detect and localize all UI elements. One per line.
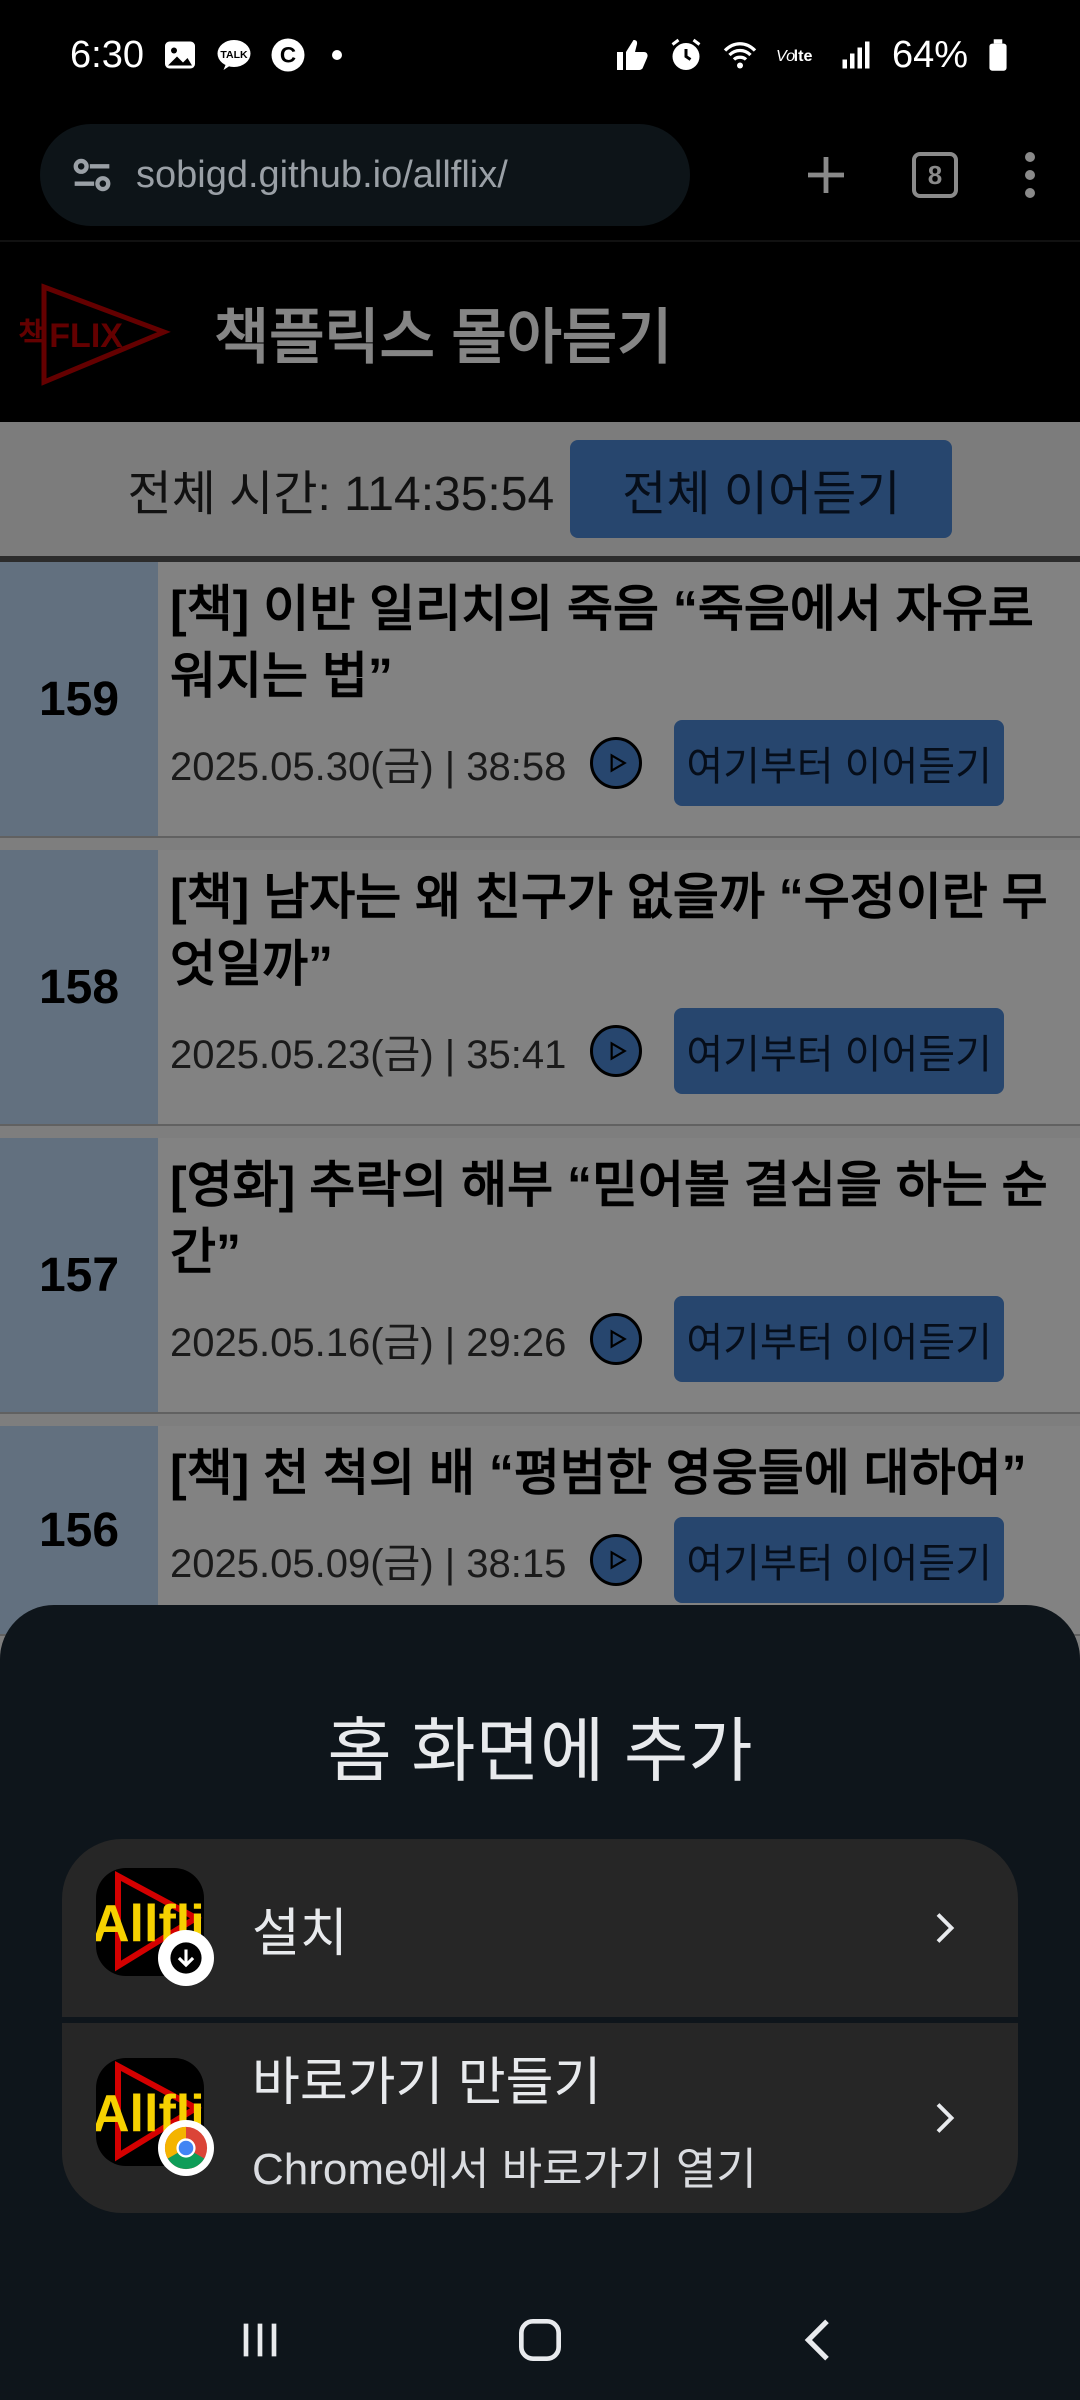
url-text: sobigd.github.io/allflix/ — [136, 153, 508, 196]
battery-percent: 64% — [891, 33, 968, 76]
svg-text:lte: lte — [794, 47, 813, 65]
kakaotalk-icon: TALK — [216, 37, 252, 73]
tab-switcher-button[interactable]: 8 — [912, 152, 958, 198]
chevron-right-icon — [936, 1913, 955, 1943]
back-icon — [804, 2319, 829, 2361]
menu-dot — [1025, 152, 1035, 162]
address-bar[interactable]: sobigd.github.io/allflix/ — [40, 124, 690, 226]
menu-dot — [1025, 170, 1035, 180]
home-button[interactable] — [512, 2312, 568, 2373]
volte-icon: Vo lte — [776, 37, 820, 73]
c-icon: C — [270, 37, 306, 73]
create-shortcut-option[interactable]: Allflix 바로가기 만들기 Chrome에서 바로가기 열기 — [62, 2023, 1018, 2213]
install-text: 설치 — [252, 1891, 348, 1966]
home-icon — [519, 2319, 561, 2361]
alarm-icon — [668, 37, 704, 73]
status-right: Vo lte 64% — [614, 34, 1010, 77]
install-option[interactable]: Allflix 설치 — [62, 1839, 1018, 2017]
shortcut-label: 바로가기 만들기 — [252, 2053, 602, 2112]
svg-text:TALK: TALK — [220, 49, 248, 61]
browser-actions: 8 — [802, 151, 1040, 199]
app-icon-wrap: Allflix — [96, 1868, 216, 1988]
plus-icon — [808, 157, 844, 193]
site-settings-icon[interactable] — [66, 149, 118, 201]
gallery-icon — [162, 37, 198, 73]
more-menu-button[interactable] — [1020, 152, 1040, 198]
notification-dot — [331, 50, 342, 60]
browser-toolbar: sobigd.github.io/allflix/ 8 — [0, 110, 1080, 240]
signal-icon — [838, 37, 874, 73]
svg-text:Vo: Vo — [776, 47, 795, 65]
sheet-title: 홈 화면에 추가 — [327, 1712, 753, 1790]
shortcut-text: 바로가기 만들기 Chrome에서 바로가기 열기 — [252, 2040, 757, 2197]
app-icon-wrap: Allflix — [96, 2058, 216, 2178]
svg-text:C: C — [280, 43, 296, 68]
add-to-home-sheet: 홈 화면에 추가 Allflix 설치 Allflix — [0, 1605, 1080, 2285]
status-bar: 6:30 TALK C Vo lte 64% — [0, 0, 1080, 110]
new-tab-button[interactable] — [802, 151, 850, 199]
shortcut-sublabel: Chrome에서 바로가기 열기 — [252, 2144, 757, 2194]
battery-icon — [986, 37, 1010, 73]
status-left: 6:30 TALK C — [70, 34, 342, 77]
thumbs-up-icon — [614, 37, 650, 73]
status-time: 6:30 — [70, 33, 144, 76]
install-label: 설치 — [252, 1904, 348, 1963]
chrome-icon — [158, 2120, 214, 2176]
chevron-right-icon — [936, 2103, 955, 2133]
scrim-overlay[interactable] — [0, 240, 1080, 1660]
download-icon — [158, 1930, 214, 1986]
back-button[interactable] — [792, 2312, 848, 2373]
wifi-icon — [722, 37, 758, 73]
recents-icon — [243, 2323, 277, 2357]
menu-dot — [1025, 188, 1035, 198]
system-nav-bar — [0, 2285, 1080, 2400]
recents-button[interactable] — [232, 2312, 288, 2373]
